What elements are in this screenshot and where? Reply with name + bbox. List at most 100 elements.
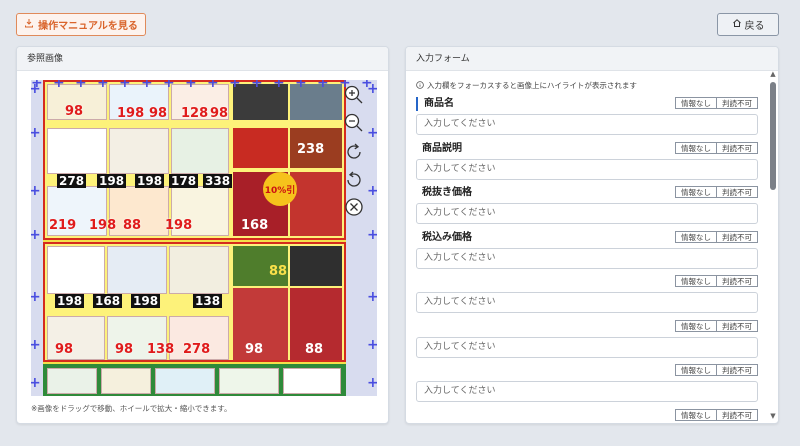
manual-button-label: 操作マニュアルを見る bbox=[38, 21, 138, 32]
unreadable-chip[interactable]: 判読不可 bbox=[717, 408, 758, 421]
field-status-chips: 情報なし 判読不可 bbox=[675, 408, 758, 421]
crosshair-marker: + bbox=[367, 228, 377, 242]
crosshair-marker: + bbox=[251, 80, 263, 91]
no-info-chip[interactable]: 情報なし bbox=[675, 97, 717, 109]
zoom-out-icon bbox=[343, 113, 365, 137]
unreadable-chip[interactable]: 判読不可 bbox=[717, 141, 758, 154]
back-button-label: 戻る bbox=[744, 21, 765, 32]
input-form-title: 入力フォーム bbox=[406, 47, 778, 71]
field-status-chips: 情報なし 判読不可 bbox=[675, 141, 758, 154]
field-input[interactable]: 入力してください bbox=[416, 292, 758, 313]
field-input[interactable]: 入力してください bbox=[416, 381, 758, 402]
crosshair-marker: + bbox=[367, 376, 377, 390]
field-input[interactable]: 入力してください bbox=[416, 114, 758, 135]
no-info-chip[interactable]: 情報なし bbox=[675, 275, 717, 287]
field-input[interactable]: 入力してください bbox=[416, 247, 758, 269]
crosshair-marker: + bbox=[367, 126, 377, 140]
back-button[interactable]: 戻る bbox=[717, 13, 779, 36]
flyer-price: 98 bbox=[210, 106, 229, 121]
rotate-right-icon bbox=[343, 143, 365, 165]
field-status-chips: 情報なし 判読不可 bbox=[675, 186, 758, 198]
zoom-out-button[interactable] bbox=[343, 112, 365, 134]
reference-image-panel: 参照画像 98 198 98 128 98 278 198 198 178 33… bbox=[16, 46, 389, 424]
flyer-price: 219 bbox=[49, 218, 77, 233]
field-input[interactable]: 入力してください bbox=[416, 203, 758, 224]
form-field: 情報なし判読不可入力してください bbox=[416, 275, 760, 315]
crosshair-marker: + bbox=[31, 82, 41, 96]
reset-button[interactable] bbox=[343, 196, 365, 218]
field-status-chips: 情報なし 判読不可 bbox=[675, 275, 758, 287]
flyer-price: 88 bbox=[305, 342, 324, 357]
no-info-chip[interactable]: 情報なし bbox=[675, 230, 717, 243]
crosshair-marker: + bbox=[367, 184, 377, 198]
unreadable-chip[interactable]: 判読不可 bbox=[717, 186, 758, 198]
flyer-price: 198 bbox=[97, 174, 127, 188]
field-label bbox=[416, 364, 422, 378]
unreadable-chip[interactable]: 判読不可 bbox=[717, 275, 758, 287]
unreadable-chip[interactable]: 判読不可 bbox=[717, 230, 758, 243]
field-label: 税込み価格 bbox=[422, 231, 472, 243]
no-info-chip[interactable]: 情報なし bbox=[675, 186, 717, 198]
unreadable-chip[interactable]: 判読不可 bbox=[717, 364, 758, 376]
field-label bbox=[416, 409, 422, 423]
flyer-price: 198 bbox=[89, 218, 117, 233]
flyer-price: 198 bbox=[165, 218, 193, 233]
image-hint: ※画像をドラッグで移動、ホイールで拡大・縮小できます。 bbox=[31, 404, 232, 413]
crosshair-marker: + bbox=[367, 82, 377, 96]
close-icon bbox=[343, 198, 365, 221]
rotate-right-button[interactable] bbox=[343, 140, 365, 162]
flyer-price: 338 bbox=[203, 174, 233, 188]
field-label: 商品説明 bbox=[422, 142, 462, 154]
flyer-price: 198 bbox=[135, 174, 165, 188]
scroll-thumb[interactable] bbox=[770, 82, 776, 190]
flyer-price: 278 bbox=[183, 342, 211, 357]
flyer-price: 198 bbox=[117, 106, 145, 121]
form-scrollbar[interactable]: ▲ ▼ bbox=[769, 70, 777, 422]
crosshair-marker: + bbox=[229, 80, 241, 91]
zoom-in-icon bbox=[343, 85, 365, 109]
no-info-chip[interactable]: 情報なし bbox=[675, 364, 717, 376]
image-viewer[interactable]: 98 198 98 128 98 278 198 198 178 338 198… bbox=[31, 80, 377, 396]
flyer-price: 198 bbox=[131, 294, 161, 308]
crosshair-marker: + bbox=[141, 80, 153, 91]
scroll-down-arrow[interactable]: ▼ bbox=[769, 412, 777, 420]
info-icon bbox=[416, 80, 424, 91]
form-info: 入力欄をフォーカスすると画像上にハイライトが表示されます bbox=[416, 80, 637, 91]
scroll-up-arrow[interactable]: ▲ bbox=[769, 70, 777, 78]
flyer-image[interactable]: 98 198 98 128 98 278 198 198 178 338 198… bbox=[43, 80, 346, 396]
flyer-price: 98 bbox=[115, 342, 134, 357]
flyer-bottom-section bbox=[43, 364, 346, 396]
field-input[interactable]: 入力してください bbox=[416, 336, 758, 358]
reference-image-title: 参照画像 bbox=[17, 47, 388, 71]
zoom-in-button[interactable] bbox=[343, 84, 365, 106]
crosshair-marker: + bbox=[31, 228, 41, 242]
flyer-price: 88 bbox=[123, 218, 142, 233]
form-field: 税込み価格 情報なし 判読不可入力してください bbox=[416, 230, 760, 271]
unreadable-chip[interactable]: 判読不可 bbox=[717, 319, 758, 332]
form-field: 情報なし判読不可入力してください bbox=[416, 364, 760, 404]
flyer-price: 88 bbox=[269, 264, 288, 279]
flyer-price: 278 bbox=[57, 174, 87, 188]
field-label: 税抜き価格 bbox=[422, 187, 472, 198]
form-field: 情報なし判読不可入力してください bbox=[416, 408, 760, 424]
flyer-price: 168 bbox=[93, 294, 123, 308]
form-fields[interactable]: 商品名 情報なし 判読不可 入力してください 商品説明 情報なし 判読不可 入力してください税… bbox=[416, 97, 760, 423]
manual-button[interactable]: 操作マニュアルを見る bbox=[16, 13, 146, 36]
crosshair-marker: + bbox=[317, 80, 329, 91]
flyer-price: 128 bbox=[181, 106, 209, 121]
flyer-price: 178 bbox=[169, 174, 199, 188]
field-label: 商品名 bbox=[416, 97, 454, 111]
crosshair-marker: + bbox=[273, 80, 285, 91]
crosshair-marker: + bbox=[53, 80, 65, 91]
no-info-chip[interactable]: 情報なし bbox=[675, 408, 717, 421]
unreadable-chip[interactable]: 判読不可 bbox=[717, 97, 758, 109]
no-info-chip[interactable]: 情報なし bbox=[675, 141, 717, 154]
no-info-chip[interactable]: 情報なし bbox=[675, 319, 717, 332]
rotate-left-icon bbox=[343, 171, 365, 193]
crosshair-marker: + bbox=[31, 290, 41, 304]
field-input[interactable]: 入力してください bbox=[416, 158, 758, 180]
crosshair-marker: + bbox=[31, 338, 41, 352]
flyer-price: 168 bbox=[241, 218, 269, 233]
rotate-left-button[interactable] bbox=[343, 168, 365, 190]
crosshair-marker: + bbox=[367, 338, 377, 352]
